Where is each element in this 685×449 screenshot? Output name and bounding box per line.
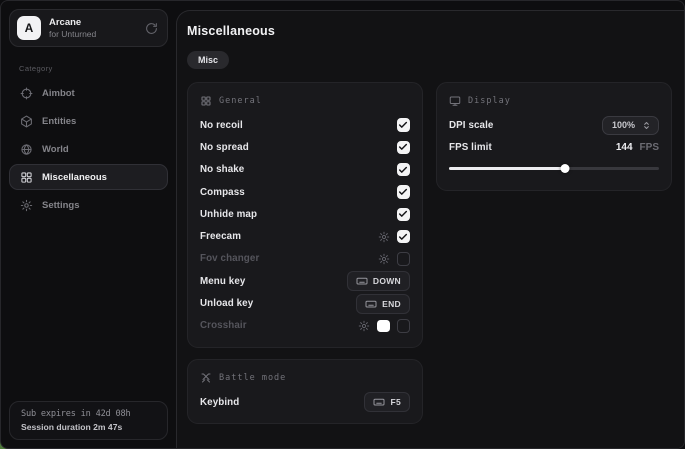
keyboard-icon (365, 298, 377, 310)
fps-limit-unit: FPS (640, 142, 659, 153)
unload-key-keybind-button[interactable]: END (356, 294, 410, 314)
app-name: Arcane (49, 17, 137, 29)
section-title-general: General (219, 96, 262, 106)
monitor-icon (449, 95, 461, 107)
setting-row-freecam: Freecam (200, 225, 410, 247)
crosshair-icon (20, 87, 33, 100)
setting-row-crosshair: Crosshair (200, 315, 410, 337)
crosshair-color-swatch[interactable] (377, 320, 390, 333)
sub-expiry-text: Sub expires in 42d 08h (21, 409, 156, 419)
main-panel: Miscellaneous Misc General No r (176, 10, 684, 448)
globe-icon (20, 143, 33, 156)
grid-small-icon (200, 95, 212, 107)
fps-slider-thumb[interactable] (560, 164, 569, 173)
screen: A Arcane for Unturned Category Aimbot (0, 0, 685, 449)
crosshair-settings-gear-icon[interactable] (358, 320, 370, 332)
no-shake-checkbox[interactable] (397, 163, 411, 177)
avatar: A (17, 16, 41, 40)
tab-misc[interactable]: Misc (187, 51, 229, 69)
grid-icon (20, 171, 33, 184)
sidebar-item-settings[interactable]: Settings (9, 192, 168, 218)
setting-row-fov-changer: Fov changer (200, 248, 410, 270)
no-spread-checkbox[interactable] (397, 141, 411, 155)
general-card: General No recoil No spread (187, 82, 423, 348)
cube-icon (20, 115, 33, 128)
sidebar-item-miscellaneous[interactable]: Miscellaneous (9, 164, 168, 190)
sidebar-item-entities[interactable]: Entities (9, 108, 168, 134)
sidebar-item-label: Settings (42, 200, 79, 211)
setting-row-menu-key: Menu key DOWN (200, 270, 410, 292)
fps-slider-fill (449, 167, 565, 170)
page-title: Miscellaneous (187, 24, 669, 38)
fps-limit-slider[interactable] (449, 164, 659, 174)
display-card: Display DPI scale 100% (436, 82, 672, 191)
keyboard-icon (373, 396, 385, 408)
sidebar-item-label: World (42, 144, 69, 155)
setting-row-no-recoil: No recoil (200, 114, 410, 136)
setting-row-compass: Compass (200, 181, 410, 203)
setting-row-unhide-map: Unhide map (200, 203, 410, 225)
setting-row-fps-limit: FPS limit 144 FPS (449, 136, 659, 158)
setting-row-unload-key: Unload key END (200, 292, 410, 314)
setting-row-no-shake: No shake (200, 159, 410, 181)
sidebar: A Arcane for Unturned Category Aimbot (1, 1, 176, 448)
menu-key-keybind-button[interactable]: DOWN (347, 271, 410, 291)
fov-settings-gear-icon[interactable] (378, 253, 390, 265)
setting-row-battle-keybind: Keybind F5 (200, 391, 410, 413)
sidebar-item-world[interactable]: World (9, 136, 168, 162)
app-window: A Arcane for Unturned Category Aimbot (0, 0, 685, 449)
freecam-settings-gear-icon[interactable] (378, 231, 390, 243)
unhide-map-checkbox[interactable] (397, 208, 411, 222)
sidebar-item-label: Miscellaneous (42, 172, 107, 183)
compass-checkbox[interactable] (397, 185, 411, 199)
sidebar-item-label: Aimbot (42, 88, 75, 99)
category-nav: Aimbot Entities World (9, 80, 168, 218)
battle-keybind-button[interactable]: F5 (364, 392, 410, 412)
section-title-display: Display (468, 96, 511, 106)
gear-icon (20, 199, 33, 212)
app-subtitle: for Unturned (49, 29, 137, 40)
freecam-checkbox[interactable] (397, 230, 411, 244)
swords-icon (200, 372, 212, 384)
subscription-info: Sub expires in 42d 08h Session duration … (9, 401, 168, 440)
keyboard-icon (356, 275, 368, 287)
crosshair-checkbox[interactable] (397, 319, 411, 333)
refresh-icon[interactable] (145, 22, 158, 35)
fov-changer-checkbox[interactable] (397, 252, 411, 266)
chevrons-up-down-icon (641, 120, 652, 131)
battle-mode-card: Battle mode Keybind F5 (187, 359, 423, 424)
account-card[interactable]: A Arcane for Unturned (9, 9, 168, 47)
fps-limit-value: 144 (616, 142, 633, 153)
dpi-scale-select[interactable]: 100% (602, 116, 659, 135)
sidebar-item-aimbot[interactable]: Aimbot (9, 80, 168, 106)
sidebar-item-label: Entities (42, 116, 76, 127)
setting-row-no-spread: No spread (200, 136, 410, 158)
no-recoil-checkbox[interactable] (397, 118, 411, 132)
setting-row-dpi-scale: DPI scale 100% (449, 114, 659, 136)
category-label: Category (19, 64, 168, 73)
section-title-battle-mode: Battle mode (219, 373, 286, 383)
session-duration-text: Session duration 2m 47s (21, 422, 156, 432)
